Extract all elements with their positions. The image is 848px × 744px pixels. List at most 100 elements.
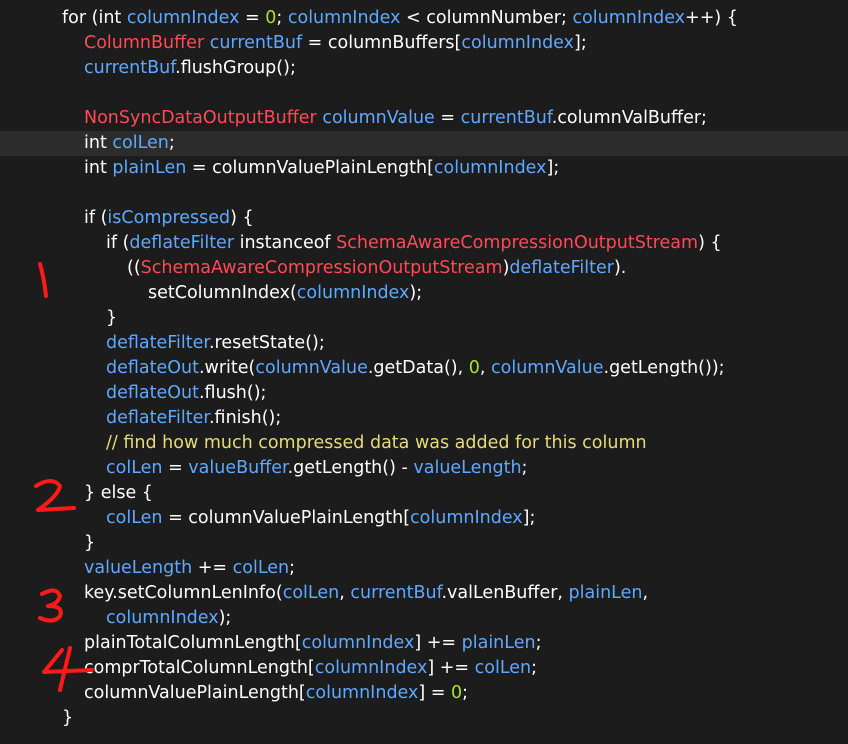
code-token: colLen xyxy=(282,583,340,603)
code-token: deflateFilter xyxy=(509,258,614,278)
code-token: plainLen xyxy=(112,158,187,178)
code-token: if ( xyxy=(106,233,130,253)
code-token: int xyxy=(84,158,113,178)
code-token: .getData(), xyxy=(367,358,469,378)
code-line[interactable]: currentBuf.flushGroup(); xyxy=(0,56,848,81)
code-line[interactable]: if (deflateFilter instanceof SchemaAware… xyxy=(0,231,848,256)
code-token: columnIndex xyxy=(106,608,219,628)
code-token: .getLength()); xyxy=(603,358,725,378)
code-line[interactable]: int plainLen = columnValuePlainLength[co… xyxy=(0,156,848,181)
code-token: ; xyxy=(521,458,528,478)
code-line[interactable]: comprTotalColumnLength[columnIndex] += c… xyxy=(0,656,848,681)
code-token: ; xyxy=(535,633,542,653)
code-token: ] += xyxy=(427,658,475,678)
code-token: += xyxy=(192,558,233,578)
code-token: = xyxy=(239,8,266,28)
code-line[interactable] xyxy=(0,181,848,206)
code-line[interactable]: key.setColumnLenInfo(colLen, currentBuf.… xyxy=(0,581,848,606)
code-token: deflateOut xyxy=(106,383,199,403)
code-token: .write( xyxy=(198,358,256,378)
code-line[interactable]: NonSyncDataOutputBuffer columnValue = cu… xyxy=(0,106,848,131)
code-token: plainLen xyxy=(568,583,643,603)
code-token: ); xyxy=(218,608,232,628)
code-token: , xyxy=(339,583,351,603)
code-token: columnIndex xyxy=(296,283,410,303)
code-token: columnIndex xyxy=(126,8,240,28)
code-token: .finish(); xyxy=(208,408,282,428)
code-token: valueBuffer xyxy=(188,458,288,478)
code-token: (( xyxy=(127,258,141,278)
code-token: } xyxy=(62,708,74,728)
code-token: = columnBuffers[ xyxy=(302,33,462,53)
code-token: currentBuf xyxy=(209,33,303,53)
code-line[interactable] xyxy=(0,81,848,106)
code-token: if ( xyxy=(84,208,108,228)
code-token: columnValuePlainLength[ xyxy=(84,683,306,703)
code-token: for (int xyxy=(62,8,127,28)
code-token: ; xyxy=(531,658,538,678)
code-token: .getLength() - xyxy=(287,458,414,478)
code-line[interactable]: deflateFilter.resetState(); xyxy=(0,331,848,356)
code-token: = columnValuePlainLength[ xyxy=(162,508,411,528)
code-line[interactable]: columnValuePlainLength[columnIndex] = 0; xyxy=(0,681,848,706)
code-token: currentBuf xyxy=(350,583,442,603)
code-editor[interactable]: for (int columnIndex = 0; columnIndex < … xyxy=(0,0,848,744)
code-line[interactable]: // find how much compressed data was add… xyxy=(0,431,848,456)
code-token: columnIndex xyxy=(461,33,574,53)
code-line[interactable]: deflateOut.flush(); xyxy=(0,381,848,406)
code-line[interactable]: int colLen; xyxy=(0,131,848,156)
code-token: , xyxy=(642,583,649,603)
code-token: = columnValuePlainLength[ xyxy=(186,158,434,178)
code-token: ; xyxy=(168,133,175,153)
code-token: colLen xyxy=(106,458,163,478)
code-token: ]; xyxy=(546,158,560,178)
code-line[interactable]: for (int columnIndex = 0; columnIndex < … xyxy=(0,6,848,31)
code-line[interactable]: colLen = columnValuePlainLength[columnIn… xyxy=(0,506,848,531)
code-token: ++) { xyxy=(685,8,738,28)
code-token: SchemaAwareCompressionOutputStream xyxy=(336,233,699,253)
code-token: colLen xyxy=(474,658,532,678)
code-token: columnValue xyxy=(491,358,604,378)
code-token: .resetState(); xyxy=(208,333,325,353)
code-token: } xyxy=(106,308,118,328)
code-token: .columnValBuffer; xyxy=(551,108,707,128)
code-token: ] = xyxy=(418,683,451,703)
code-line[interactable]: colLen = valueBuffer.getLength() - value… xyxy=(0,456,848,481)
code-token: ). xyxy=(613,258,627,278)
code-token: < columnNumber; xyxy=(400,8,573,28)
code-token: deflateFilter xyxy=(129,233,235,253)
code-token: .valLenBuffer, xyxy=(441,583,569,603)
code-line[interactable]: deflateFilter.finish(); xyxy=(0,406,848,431)
code-line[interactable]: if (isCompressed) { xyxy=(0,206,848,231)
code-token: ] += xyxy=(414,633,462,653)
code-line[interactable]: ((SchemaAwareCompressionOutputStream)def… xyxy=(0,256,848,281)
code-token: NonSyncDataOutputBuffer xyxy=(84,108,317,128)
code-line[interactable]: valueLength += colLen; xyxy=(0,556,848,581)
code-line[interactable]: columnIndex); xyxy=(0,606,848,631)
code-token: } xyxy=(84,533,96,553)
code-line[interactable]: } else { xyxy=(0,481,848,506)
code-token: columnIndex xyxy=(572,8,686,28)
code-token: int xyxy=(84,133,113,153)
code-line[interactable]: deflateOut.write(columnValue.getData(), … xyxy=(0,356,848,381)
code-token: plainLen xyxy=(461,633,536,653)
code-token: currentBuf xyxy=(84,58,176,78)
code-token: ; xyxy=(289,558,296,578)
code-token: deflateFilter xyxy=(106,408,209,428)
code-line[interactable]: } xyxy=(0,531,848,556)
code-line[interactable]: setColumnIndex(columnIndex); xyxy=(0,281,848,306)
code-token: plainTotalColumnLength[ xyxy=(84,633,302,653)
code-token: colLen xyxy=(232,558,290,578)
code-line[interactable]: plainTotalColumnLength[columnIndex] += p… xyxy=(0,631,848,656)
code-line[interactable]: } xyxy=(0,306,848,331)
code-token: valueLength xyxy=(413,458,522,478)
code-line[interactable]: } xyxy=(0,706,848,731)
code-line[interactable]: ColumnBuffer currentBuf = columnBuffers[… xyxy=(0,31,848,56)
code-token: isCompressed xyxy=(107,208,231,228)
code-token: columnIndex xyxy=(287,8,401,28)
code-token: columnValue xyxy=(255,358,368,378)
code-token: 0 xyxy=(468,358,480,378)
code-token: = xyxy=(162,458,189,478)
code-token: key.setColumnLenInfo( xyxy=(84,583,283,603)
code-token: columnIndex xyxy=(314,658,428,678)
